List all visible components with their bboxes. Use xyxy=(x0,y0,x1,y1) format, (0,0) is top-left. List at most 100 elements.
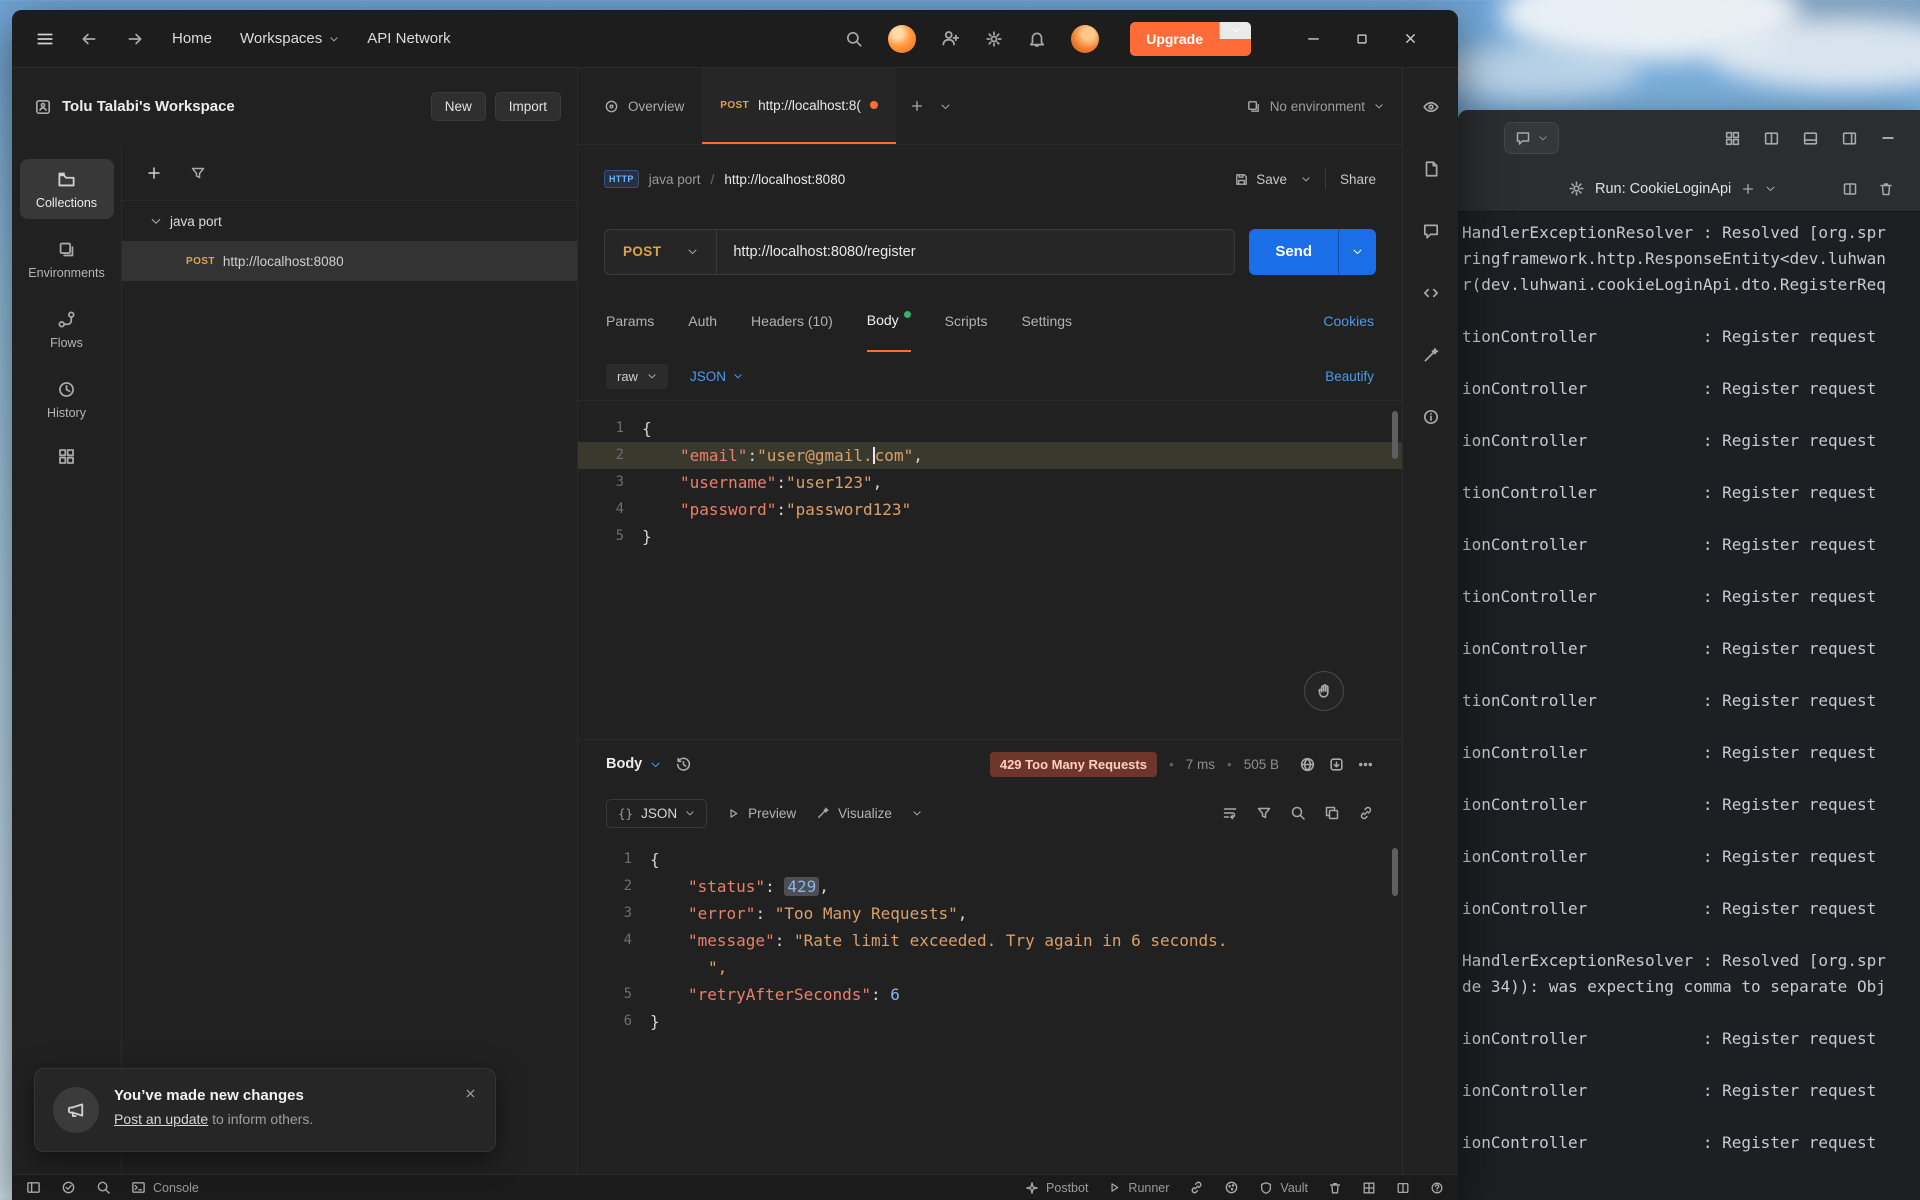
visualize-button[interactable]: Visualize xyxy=(816,806,892,821)
environment-quick-look-icon[interactable] xyxy=(1422,98,1440,116)
ide-chat-widget[interactable] xyxy=(1504,122,1559,154)
split-panes-icon[interactable] xyxy=(1396,1181,1410,1195)
layout-right-dock-icon[interactable] xyxy=(1841,130,1858,147)
forward-arrow-icon[interactable] xyxy=(126,30,144,48)
help-icon[interactable] xyxy=(1430,1181,1444,1195)
upgrade-caret[interactable] xyxy=(1219,21,1251,39)
vault-button[interactable]: Vault xyxy=(1259,1181,1308,1195)
notifications-bell-icon[interactable] xyxy=(1028,30,1046,48)
layout-bottom-dock-icon[interactable] xyxy=(1802,130,1819,147)
layout-grid-icon[interactable] xyxy=(1724,130,1741,147)
tab-overview[interactable]: Overview xyxy=(586,68,702,144)
hamburger-menu-icon[interactable] xyxy=(36,30,54,48)
add-icon[interactable] xyxy=(1741,182,1755,196)
status-badge[interactable]: 429 Too Many Requests xyxy=(989,751,1157,777)
tab-headers[interactable]: Headers (10) xyxy=(751,290,833,352)
workspace-name[interactable]: Tolu Talabi's Workspace xyxy=(62,98,235,115)
chevron-down-icon[interactable] xyxy=(1765,183,1776,194)
back-arrow-icon[interactable] xyxy=(80,30,98,48)
body-language-selector[interactable]: JSON xyxy=(690,369,743,384)
beautify-link[interactable]: Beautify xyxy=(1325,369,1374,384)
postbot-button[interactable]: Postbot xyxy=(1025,1181,1088,1195)
tab-params[interactable]: Params xyxy=(606,290,654,352)
layout-columns-icon[interactable] xyxy=(1763,130,1780,147)
capture-requests-icon[interactable] xyxy=(1189,1180,1204,1195)
share-button[interactable]: Share xyxy=(1340,172,1376,187)
rail-item-flows[interactable]: Flows xyxy=(20,299,114,359)
postman-agent-icon[interactable] xyxy=(888,24,917,53)
comments-icon[interactable] xyxy=(1422,222,1440,240)
copy-response-icon[interactable] xyxy=(1324,805,1340,821)
response-format-selector[interactable]: {} JSON xyxy=(606,798,708,828)
info-icon[interactable] xyxy=(1422,408,1440,426)
globe-icon[interactable] xyxy=(1299,756,1316,773)
window-close-icon[interactable] xyxy=(1403,31,1418,46)
add-collection-icon[interactable] xyxy=(146,165,162,181)
status-check-icon[interactable] xyxy=(61,1180,76,1195)
table-grid-icon[interactable] xyxy=(1362,1181,1376,1195)
save-options-chevron-icon[interactable] xyxy=(1301,174,1311,184)
filter-results-icon[interactable] xyxy=(1256,805,1272,821)
response-pane-selector[interactable]: Body xyxy=(606,756,661,772)
link-icon[interactable] xyxy=(1358,805,1374,821)
new-tab-icon[interactable] xyxy=(910,99,924,113)
invite-user-icon[interactable] xyxy=(941,29,960,48)
search-response-icon[interactable] xyxy=(1290,805,1306,821)
editor-assistant-button[interactable] xyxy=(1304,671,1344,711)
import-button[interactable]: Import xyxy=(494,92,561,121)
trash-icon[interactable] xyxy=(1878,181,1894,197)
response-history-icon[interactable] xyxy=(675,756,692,773)
window-minimize-icon[interactable] xyxy=(1306,31,1321,46)
save-response-icon[interactable] xyxy=(1328,756,1345,773)
preview-button[interactable]: Preview xyxy=(727,806,796,821)
runner-button[interactable]: Runner xyxy=(1108,1181,1169,1195)
rail-item-environments[interactable]: Environments xyxy=(20,229,114,289)
split-editor-icon[interactable] xyxy=(1842,181,1858,197)
cookies-link[interactable]: Cookies xyxy=(1323,290,1374,352)
send-options-chevron-icon[interactable] xyxy=(1338,228,1376,275)
rail-item-more-tools[interactable] xyxy=(20,439,114,474)
method-selector[interactable]: POST xyxy=(605,229,718,274)
request-row[interactable]: POST http://localhost:8080 xyxy=(122,241,577,281)
gear-icon[interactable] xyxy=(1568,180,1585,197)
tab-auth[interactable]: Auth xyxy=(688,290,717,352)
cookies-manager-icon[interactable] xyxy=(1224,1180,1239,1195)
search-icon[interactable] xyxy=(845,30,863,48)
save-button[interactable]: Save xyxy=(1234,172,1287,187)
send-button[interactable]: Send xyxy=(1249,228,1376,275)
window-maximize-icon[interactable] xyxy=(1355,32,1369,46)
more-options-icon[interactable] xyxy=(1357,756,1374,773)
post-update-link[interactable]: Post an update xyxy=(114,1111,208,1127)
tab-body[interactable]: Body xyxy=(866,290,911,352)
toast-close-icon[interactable] xyxy=(464,1087,477,1100)
response-scrollbar-thumb[interactable] xyxy=(1392,848,1398,896)
wrap-text-icon[interactable] xyxy=(1222,805,1238,821)
console-button[interactable]: Console xyxy=(131,1180,199,1195)
editor-scrollbar-thumb[interactable] xyxy=(1392,411,1398,459)
documentation-icon[interactable] xyxy=(1422,160,1440,178)
response-body-viewer[interactable]: 1 { 2 "status": 429, 3 "error": "Too Man… xyxy=(578,838,1402,1035)
view-options-chevron-icon[interactable] xyxy=(912,808,922,818)
nav-api-network[interactable]: API Network xyxy=(367,30,450,47)
code-snippet-icon[interactable] xyxy=(1422,284,1440,302)
tab-list-chevron-icon[interactable] xyxy=(940,101,951,112)
trash-icon[interactable] xyxy=(1328,1181,1342,1195)
response-size[interactable]: 505 B xyxy=(1244,757,1279,772)
toggle-sidebar-icon[interactable] xyxy=(26,1180,41,1195)
nav-home[interactable]: Home xyxy=(172,30,212,47)
tab-scripts[interactable]: Scripts xyxy=(945,290,988,352)
rail-item-collections[interactable]: Collections xyxy=(19,159,114,219)
new-button[interactable]: New xyxy=(430,92,486,121)
tab-settings[interactable]: Settings xyxy=(1021,290,1072,352)
find-icon[interactable] xyxy=(96,1180,111,1195)
url-input[interactable] xyxy=(717,243,1235,260)
response-time[interactable]: 7 ms xyxy=(1186,757,1215,772)
request-body-editor[interactable]: 1 { 2 "email":"user@gmail. com", 3 "usern… xyxy=(578,400,1402,740)
settings-gear-icon[interactable] xyxy=(985,30,1003,48)
breadcrumb-collection[interactable]: java port xyxy=(649,172,701,187)
nav-workspaces[interactable]: Workspaces xyxy=(240,30,339,47)
minimize-icon[interactable] xyxy=(1880,130,1896,146)
body-mode-selector[interactable]: raw xyxy=(606,363,668,389)
collection-row[interactable]: java port xyxy=(122,201,577,241)
tab-request-active[interactable]: POST http://localhost:8( xyxy=(702,68,896,144)
